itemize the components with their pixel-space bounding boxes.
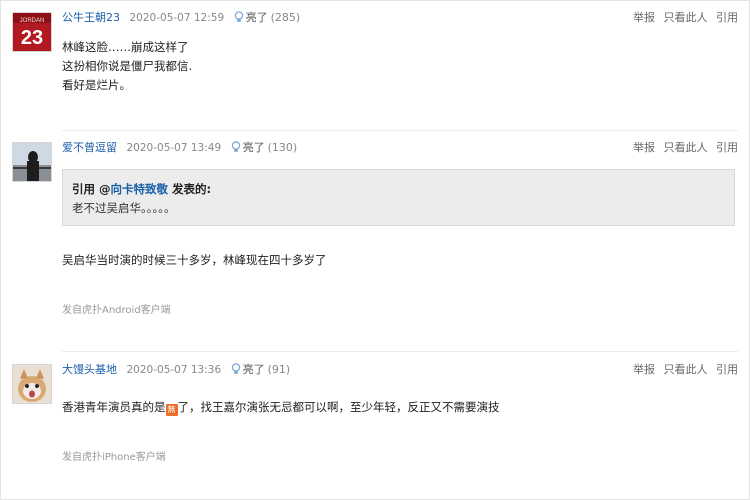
post-actions: 举报 只看此人 引用: [628, 141, 738, 155]
quote-button[interactable]: 引用: [716, 141, 738, 154]
report-button[interactable]: 举报: [633, 363, 655, 376]
post-body: 吴启华当时演的时候三十多岁，林峰现在四十多岁了: [62, 251, 327, 270]
post-meta: 大馒头基地 2020-05-07 13:36 亮了 (91): [62, 363, 290, 377]
quote-text: 老不过吴启华。。。。。: [72, 201, 176, 215]
post-line: 这扮相你说是僵尸我都信.: [62, 59, 193, 73]
post-divider: [62, 130, 738, 131]
quote-block: 引用 @向卡特致敬 发表的: 老不过吴启华。。。。。: [62, 169, 735, 226]
light-label: 亮了: [245, 11, 268, 24]
quote-button[interactable]: 引用: [716, 363, 738, 376]
username-link[interactable]: 公牛王朝23: [62, 11, 120, 24]
post-line: 看好是烂片。: [62, 78, 131, 92]
post-text: 了，找王嘉尔演张无忌都可以啊，至少年轻，反正又不需要演技: [177, 400, 500, 414]
username-link[interactable]: 爱不曾逗留: [62, 141, 117, 154]
post-meta: 爱不曾逗留 2020-05-07 13:49 亮了 (130): [62, 141, 297, 155]
svg-text:23: 23: [21, 27, 43, 49]
svg-text:JORDAN: JORDAN: [20, 18, 45, 24]
only-this-user-button[interactable]: 只看此人: [664, 141, 708, 154]
post-line: 吴启华当时演的时候三十多岁，林峰现在四十多岁了: [62, 253, 327, 267]
quoted-user-link[interactable]: 向卡特致敬: [111, 182, 169, 196]
client-source: 发自虎扑iPhone客户端: [62, 452, 166, 463]
username-link[interactable]: 大馒头基地: [62, 363, 117, 376]
light-label: 亮了: [242, 141, 265, 154]
quote-prefix: 引用 @: [72, 182, 111, 196]
avatar[interactable]: [12, 364, 52, 404]
post-line: 林峰这脸……崩成这样了: [62, 40, 189, 54]
lightbulb-icon: [234, 11, 244, 27]
quote-suffix: 发表的:: [168, 182, 212, 196]
post-text: 香港青年演员真的是: [62, 400, 166, 414]
post-body: 林峰这脸……崩成这样了 这扮相你说是僵尸我都信. 看好是烂片。: [62, 38, 192, 95]
emoji-icon: 無: [165, 404, 178, 416]
quote-header: 引用 @向卡特致敬 发表的:: [72, 181, 211, 197]
post-body: 香港青年演员真的是無了，找王嘉尔演张无忌都可以啊，至少年轻，反正又不需要演技: [62, 398, 500, 417]
quote-button[interactable]: 引用: [716, 11, 738, 24]
light-label: 亮了: [242, 363, 265, 376]
report-button[interactable]: 举报: [633, 11, 655, 24]
client-source: 发自虎扑Android客户端: [62, 305, 171, 316]
post-actions: 举报 只看此人 引用: [628, 363, 738, 377]
light-button[interactable]: 亮了 (130): [231, 141, 298, 157]
only-this-user-button[interactable]: 只看此人: [664, 11, 708, 24]
lightbulb-icon: [231, 141, 241, 157]
lightbulb-icon: [231, 363, 241, 379]
post-time: 2020-05-07 13:49: [126, 142, 222, 154]
post-line: 香港青年演员真的是無了，找王嘉尔演张无忌都可以啊，至少年轻，反正又不需要演技: [62, 398, 500, 417]
light-count: (285): [270, 11, 301, 24]
report-button[interactable]: 举报: [633, 141, 655, 154]
post-meta: 公牛王朝23 2020-05-07 12:59 亮了 (285): [62, 11, 300, 25]
only-this-user-button[interactable]: 只看此人: [664, 363, 708, 376]
post-divider: [62, 351, 738, 352]
post-time: 2020-05-07 13:36: [126, 364, 222, 376]
post-actions: 举报 只看此人 引用: [628, 11, 738, 25]
avatar[interactable]: JORDAN 23: [12, 12, 52, 52]
post-time: 2020-05-07 12:59: [129, 12, 225, 24]
avatar[interactable]: [12, 142, 52, 182]
light-button[interactable]: 亮了 (91): [231, 363, 291, 379]
light-count: (130): [267, 141, 298, 154]
light-count: (91): [267, 363, 291, 376]
light-button[interactable]: 亮了 (285): [234, 11, 301, 27]
